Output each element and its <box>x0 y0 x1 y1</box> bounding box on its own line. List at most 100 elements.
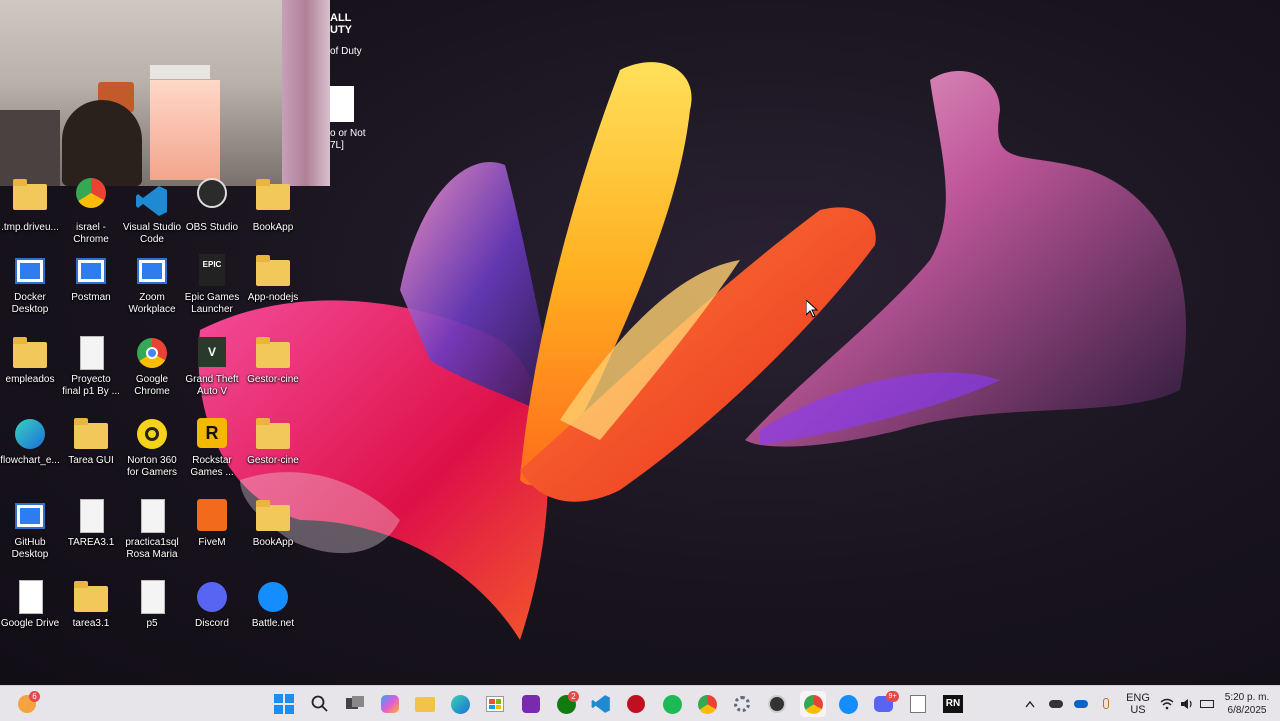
desktop-icon-tarea-gui[interactable]: Tarea GUI <box>61 417 121 467</box>
battlenet-icon <box>838 694 858 714</box>
icon-label: Grand Theft Auto V <box>185 374 239 397</box>
desktop-icon-postman[interactable]: Postman <box>61 254 121 304</box>
desktop-icon-gestor-cine-2[interactable]: Gestor-cine <box>243 417 303 467</box>
icon-label: Docker Desktop <box>11 292 49 315</box>
tray-volume[interactable] <box>1178 686 1196 721</box>
taskbar-ready-or-not[interactable]: RN <box>940 691 966 717</box>
task-view-button[interactable] <box>342 691 368 717</box>
weather-badge: 6 <box>29 691 40 702</box>
folder-icon <box>256 254 290 288</box>
icon-label: Gestor-cine <box>247 374 299 385</box>
taskbar-chrome-1[interactable] <box>694 691 720 717</box>
desktop-icon-zoom[interactable]: Zoom Workplace <box>122 254 182 316</box>
taskbar-settings[interactable] <box>729 691 755 717</box>
obs-icon <box>195 178 229 218</box>
desktop-icon-gestor-cine-1[interactable]: Gestor-cine <box>243 336 303 386</box>
taskbar-search[interactable] <box>307 691 333 717</box>
tray-onedrive-personal[interactable] <box>1046 686 1066 721</box>
desktop-icon-obs[interactable]: OBS Studio <box>182 178 242 234</box>
taskbar-app-purple[interactable] <box>518 691 544 717</box>
mouse-cursor-icon <box>806 300 818 318</box>
desktop-icon-israel-chrome[interactable]: israel - Chrome <box>61 178 121 246</box>
clock-time: 5:20 p. m. <box>1224 691 1270 703</box>
icon-label: Norton 360 for Gamers <box>126 455 177 478</box>
desktop-icon-norton[interactable]: Norton 360 for Gamers <box>122 417 182 479</box>
ron-label: o or Not <box>330 128 366 139</box>
desktop-icon-epic-games[interactable]: EPIC Epic Games Launcher <box>182 254 242 316</box>
epic-games-icon: EPIC <box>195 254 229 288</box>
tray-overflow[interactable] <box>1022 686 1038 721</box>
desktop-icon-google-drive[interactable]: Google Drive <box>0 580 60 630</box>
icon-label: Postman <box>71 292 111 303</box>
docker-icon <box>13 254 47 288</box>
taskbar-chrome-2[interactable] <box>800 691 826 717</box>
desktop-icon-gta-v[interactable]: V Grand Theft Auto V <box>182 336 242 398</box>
cloud-icon <box>1074 699 1088 708</box>
taskbar-obs[interactable] <box>764 691 790 717</box>
desktop-icon-tarea3-1-folder[interactable]: tarea3.1 <box>61 580 121 630</box>
taskbar-store[interactable] <box>482 691 508 717</box>
taskbar-vscode[interactable] <box>588 691 614 717</box>
app-purple-icon <box>522 695 540 713</box>
tray-wifi[interactable] <box>1158 686 1176 721</box>
desktop-icon-bookapp-2[interactable]: BookApp <box>243 499 303 549</box>
desktop-icon-discord[interactable]: Discord <box>182 580 242 630</box>
tray-battery[interactable] <box>1198 686 1216 721</box>
taskbar-app-red[interactable] <box>623 691 649 717</box>
weather-widget[interactable]: 6 <box>14 691 40 717</box>
desktop-icon-bookapp[interactable]: BookApp <box>243 179 303 234</box>
ready-or-not-icon: RN <box>943 695 963 713</box>
desktop-icon-fivem[interactable]: FiveM <box>182 499 242 549</box>
microphone-icon <box>1103 698 1109 709</box>
cod-logo-text: ALL <box>330 12 352 24</box>
desktop-icon-tarea3-1-doc[interactable]: TAREA3.1 <box>61 499 121 549</box>
taskbar-copilot[interactable] <box>377 691 403 717</box>
taskbar-battlenet[interactable] <box>835 691 861 717</box>
icon-label: FiveM <box>198 537 226 548</box>
desktop-icon-practica1sql[interactable]: practica1sql Rosa Maria <box>122 499 182 561</box>
taskbar-file-explorer[interactable] <box>412 691 438 717</box>
taskbar-notepad[interactable] <box>905 691 931 717</box>
desktop-icon-empleados[interactable]: empleados <box>0 336 60 386</box>
zoom-icon <box>135 254 169 288</box>
desktop-icon-github-desktop[interactable]: GitHub Desktop <box>0 499 60 561</box>
desktop-icon-vscode[interactable]: Visual Studio Code <box>122 184 182 246</box>
taskbar-xbox[interactable]: 2 <box>553 691 579 717</box>
icon-label: BookApp <box>252 222 294 233</box>
icon-label: practica1sql Rosa Maria <box>125 537 179 560</box>
chrome-icon <box>74 178 108 218</box>
desktop-icon-tmp-driveupload[interactable]: .tmp.driveu... <box>0 179 60 234</box>
game-shortcut-partial[interactable]: ALL UTY of Duty o or Not 7L] <box>330 0 370 160</box>
chrome-icon <box>697 694 717 714</box>
taskbar-spotify[interactable] <box>659 691 685 717</box>
edge-icon <box>13 417 47 451</box>
desktop-icon-p5[interactable]: p5 <box>122 580 182 630</box>
desktop-icon-rockstar[interactable]: R Rockstar Games ... <box>182 417 242 479</box>
taskbar-discord[interactable]: 9+ <box>870 691 899 717</box>
xbox-badge: 2 <box>568 691 579 702</box>
taskbar-edge[interactable] <box>447 691 473 717</box>
tray-clock[interactable]: 5:20 p. m. 6/8/2025 <box>1218 686 1276 721</box>
volume-icon <box>1181 698 1192 709</box>
desktop[interactable]: ALL UTY of Duty o or Not 7L] .tmp.driveu… <box>0 0 1280 685</box>
windows-logo-icon <box>274 694 294 714</box>
icon-label: israel - Chrome <box>73 222 109 245</box>
desktop-icon-flowchart[interactable]: flowchart_e... <box>0 417 60 467</box>
tray-language[interactable]: ENG US <box>1122 686 1154 721</box>
folder-icon <box>256 417 290 451</box>
icon-label: GitHub Desktop <box>11 537 49 560</box>
icon-label: empleados <box>5 374 55 385</box>
desktop-icon-proyecto-final[interactable]: Proyecto final p1 By ... <box>61 336 121 398</box>
desktop-icon-app-nodejs[interactable]: App-nodejs <box>243 254 303 304</box>
wifi-icon <box>1160 698 1174 709</box>
icon-label: Zoom Workplace <box>128 292 176 315</box>
folder-icon <box>13 179 47 218</box>
tray-onedrive-business[interactable] <box>1071 686 1091 721</box>
tray-microphone[interactable] <box>1097 686 1115 721</box>
desktop-icon-battle-net[interactable]: Battle.net <box>243 580 303 630</box>
edge-icon <box>450 694 470 714</box>
desktop-icon-google-chrome[interactable]: Google Chrome <box>122 336 182 398</box>
start-button[interactable] <box>271 691 297 717</box>
desktop-icon-docker[interactable]: Docker Desktop <box>0 254 60 316</box>
store-icon <box>486 696 504 712</box>
